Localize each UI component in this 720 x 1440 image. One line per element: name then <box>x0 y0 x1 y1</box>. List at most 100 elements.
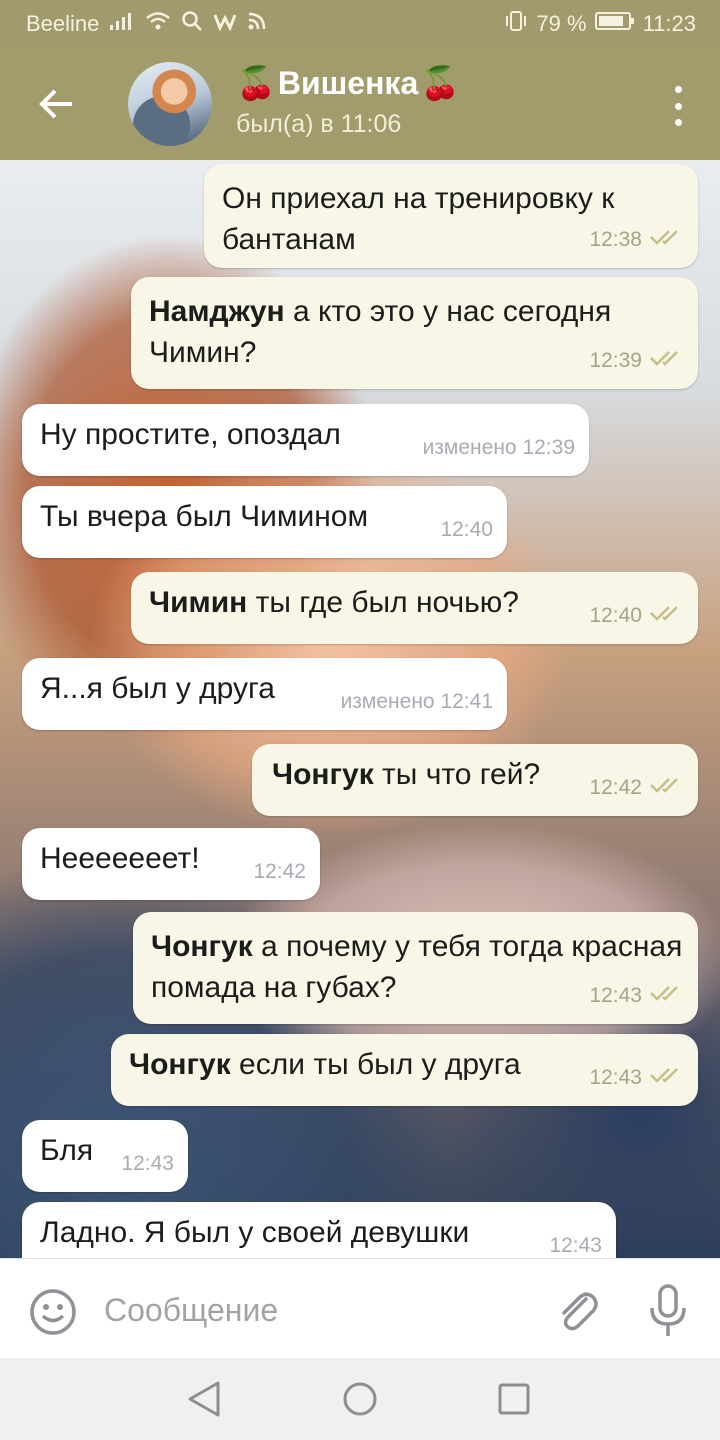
message-meta: 12:42 <box>589 767 684 808</box>
status-bar: Beeline 79 % 11:23 <box>0 0 720 48</box>
chat-area[interactable]: Ладно. Я был у своей девушки 12:43 Бля 12:4… <box>0 160 720 1258</box>
message-body: Он приехал на тренировку к бантанам <box>222 182 615 256</box>
mentioned-name: Намджун <box>149 295 285 328</box>
outgoing-message[interactable]: Чонгук ты что гей? 12:42 <box>252 744 698 816</box>
message-body: Ну простите, опоздал <box>40 418 341 451</box>
message-meta: 12:43 <box>589 1057 684 1098</box>
read-receipt-icon <box>650 595 684 636</box>
last-seen: был(а) в 11:06 <box>236 110 402 138</box>
mentioned-name: Чимин <box>149 586 248 619</box>
chat-title: 🍒 Вишенка 🍒 <box>236 64 460 102</box>
message-meta: 12:40 <box>589 595 684 636</box>
microphone-icon <box>650 1284 686 1336</box>
triangle-back-icon <box>188 1381 220 1417</box>
message-body: Бля <box>40 1134 94 1167</box>
incoming-message[interactable]: Бля 12:43 <box>22 1120 188 1192</box>
message-time: 12:38 <box>589 228 642 251</box>
avatar[interactable] <box>128 62 212 146</box>
nav-recents-button[interactable] <box>497 1382 531 1421</box>
arrow-left-icon <box>39 89 72 119</box>
chat-header: 🍒 Вишенка 🍒 был(а) в 11:06 <box>0 48 720 160</box>
message-meta: 12:42 <box>253 851 306 892</box>
message-body: если ты был у друга <box>230 1048 521 1081</box>
incoming-message[interactable]: Я...я был у друга изменено 12:41 <box>22 658 507 730</box>
clock: 11:23 <box>642 11 696 36</box>
more-options-button[interactable] <box>666 86 690 126</box>
attach-button[interactable] <box>552 1285 602 1335</box>
read-receipt-icon <box>650 975 684 1016</box>
incoming-message[interactable]: Ты вчера был Чимином 12:40 <box>22 486 507 558</box>
message-meta: 12:43 <box>589 975 684 1016</box>
message-body: Нееееееет! <box>40 842 200 875</box>
wifi-icon <box>145 11 171 37</box>
double-check-icon <box>650 778 678 793</box>
mentioned-name: Чонгук <box>272 758 374 791</box>
signal-icon <box>109 11 135 37</box>
message-body: Ладно. Я был у своей девушки <box>40 1216 470 1249</box>
cherry-icon: 🍒 <box>236 65 276 101</box>
smiley-icon <box>30 1289 76 1335</box>
message-meta: 12:40 <box>440 509 493 550</box>
square-recents-icon <box>498 1383 530 1415</box>
message-time: 12:43 <box>121 1152 174 1175</box>
app-notification-icon <box>213 11 237 37</box>
vibrate-icon <box>504 10 528 38</box>
back-button[interactable] <box>0 48 112 160</box>
message-time: 12:39 <box>589 349 642 372</box>
contact-name: Вишенка <box>277 64 419 101</box>
message-meta: 12:38 <box>589 219 684 260</box>
message-time: 12:42 <box>253 860 306 883</box>
message-input[interactable] <box>104 1283 524 1337</box>
system-nav-bar <box>0 1358 720 1440</box>
circle-home-icon <box>343 1382 377 1416</box>
read-receipt-icon <box>650 219 684 260</box>
carrier-label: Beeline <box>26 11 100 36</box>
message-body: ты что гей? <box>373 758 541 791</box>
mentioned-name: Чонгук <box>151 930 253 963</box>
microphone-button[interactable] <box>645 1283 691 1339</box>
outgoing-message[interactable]: Он приехал на тренировку к бантанам 12:38 <box>204 164 698 268</box>
read-receipt-icon <box>650 1057 684 1098</box>
message-time: изменено 12:39 <box>422 436 575 459</box>
outgoing-message[interactable]: Намджун а кто это у нас сегодня Чимин? 12… <box>131 277 698 389</box>
emoji-button[interactable] <box>28 1287 78 1337</box>
incoming-message[interactable]: Ладно. Я был у своей девушки 12:43 <box>22 1202 616 1258</box>
outgoing-message[interactable]: Чимин ты где был ночью? 12:40 <box>131 572 698 644</box>
outgoing-message[interactable]: Чонгук если ты был у друга 12:43 <box>111 1034 698 1106</box>
read-receipt-icon <box>650 767 684 808</box>
message-time: 12:40 <box>440 518 493 541</box>
search-icon <box>181 10 203 38</box>
chat-title-area[interactable]: 🍒 Вишенка 🍒 был(а) в 11:06 <box>236 64 460 139</box>
cast-icon <box>247 11 267 37</box>
message-time: 12:43 <box>589 1066 642 1089</box>
message-time: 12:43 <box>589 984 642 1007</box>
battery-icon <box>594 11 635 37</box>
double-check-icon <box>650 1068 678 1083</box>
message-text: Ты вчера был Чимином <box>40 496 493 537</box>
message-time: 12:42 <box>589 776 642 799</box>
message-meta: изменено 12:39 <box>423 427 575 468</box>
nav-home-button[interactable] <box>341 1380 379 1423</box>
double-check-icon <box>650 351 678 366</box>
message-time: 12:43 <box>549 1234 602 1257</box>
mentioned-name: Чонгук <box>129 1048 231 1081</box>
paperclip-icon <box>562 1292 598 1331</box>
nav-back-button[interactable] <box>186 1380 222 1423</box>
message-meta: 12:43 <box>549 1225 602 1258</box>
message-body: ты где был ночью? <box>247 586 519 619</box>
message-time: 12:40 <box>589 604 642 627</box>
outgoing-message[interactable]: Чонгук а почему у тебя тогда красная пом… <box>133 912 698 1024</box>
message-body: Ты вчера был Чимином <box>40 500 369 533</box>
double-check-icon <box>650 230 678 245</box>
message-meta: изменено 12:41 <box>341 681 493 722</box>
cherry-icon: 🍒 <box>420 65 461 101</box>
message-time: изменено 12:41 <box>340 690 493 713</box>
double-check-icon <box>650 606 678 621</box>
read-receipt-icon <box>650 340 684 381</box>
message-body: Я...я был у друга <box>40 672 275 705</box>
message-meta: 12:39 <box>589 340 684 381</box>
message-meta: 12:43 <box>121 1143 174 1184</box>
message-composer <box>0 1258 720 1358</box>
incoming-message[interactable]: Нееееееет! 12:42 <box>22 828 320 900</box>
incoming-message[interactable]: Ну простите, опоздал изменено 12:39 <box>22 404 589 476</box>
